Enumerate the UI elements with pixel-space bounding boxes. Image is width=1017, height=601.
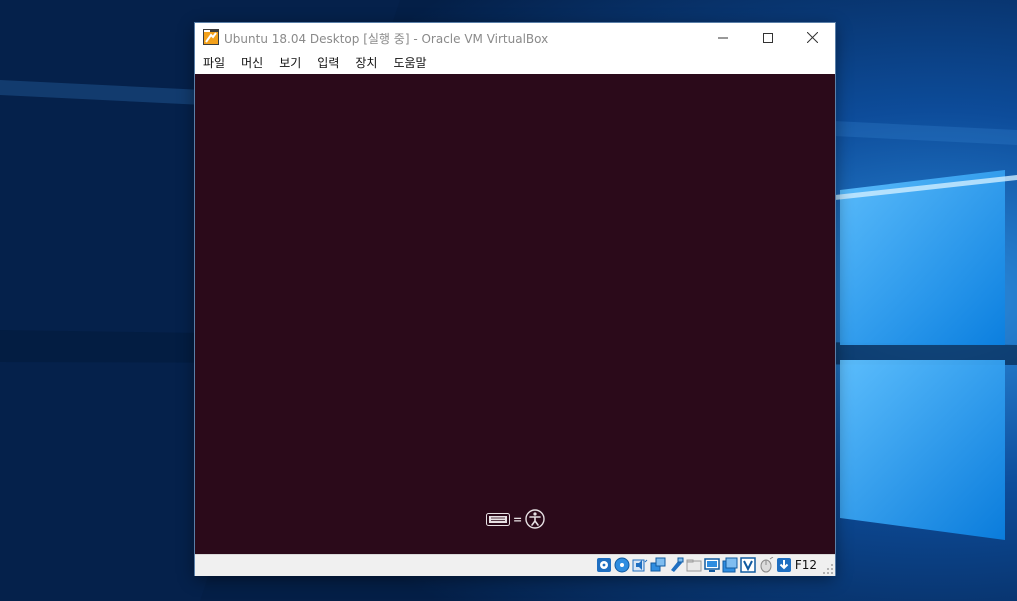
- separator-text: =: [513, 512, 523, 526]
- keyboard-capture-icon[interactable]: [776, 557, 792, 573]
- menu-devices[interactable]: 장치: [347, 52, 385, 74]
- virtualbox-window[interactable]: Ubuntu 18.04 Desktop [실행 중] - Oracle VM …: [195, 23, 835, 576]
- accessibility-icon: [525, 509, 545, 529]
- menu-machine[interactable]: 머신: [233, 52, 271, 74]
- hard-disk-icon[interactable]: [596, 557, 612, 573]
- host-key-label: F12: [794, 558, 817, 572]
- mouse-integration-icon[interactable]: [758, 557, 774, 573]
- maximize-icon: [762, 32, 773, 43]
- close-icon: [807, 32, 818, 43]
- close-button[interactable]: [790, 23, 835, 52]
- menu-file[interactable]: 파일: [195, 52, 233, 74]
- status-icons: F12: [594, 557, 817, 573]
- menu-view[interactable]: 보기: [271, 52, 309, 74]
- minimize-button[interactable]: [700, 23, 745, 52]
- accessibility-indicator: =: [486, 509, 545, 529]
- minimize-icon: [717, 37, 728, 38]
- title-bar[interactable]: Ubuntu 18.04 Desktop [실행 중] - Oracle VM …: [195, 23, 835, 52]
- windows-desktop: Ubuntu 18.04 Desktop [실행 중] - Oracle VM …: [0, 0, 1017, 601]
- optical-drive-icon[interactable]: [614, 557, 630, 573]
- shared-folders-icon[interactable]: [686, 557, 702, 573]
- menu-help[interactable]: 도움말: [385, 52, 434, 74]
- usb-icon[interactable]: [668, 557, 684, 573]
- window-title: Ubuntu 18.04 Desktop [실행 중] - Oracle VM …: [224, 32, 549, 46]
- resize-grip-icon[interactable]: [822, 563, 834, 575]
- virtualization-icon[interactable]: [740, 557, 756, 573]
- display-icon[interactable]: [704, 557, 720, 573]
- keyboard-icon: [486, 512, 510, 526]
- maximize-button[interactable]: [745, 23, 790, 52]
- status-bar: F12: [195, 554, 835, 576]
- network-icon[interactable]: [650, 557, 666, 573]
- video-capture-icon[interactable]: [722, 557, 738, 573]
- audio-icon[interactable]: [632, 557, 648, 573]
- menu-bar: 파일 머신 보기 입력 장치 도움말: [195, 52, 835, 74]
- virtualbox-app-icon: [203, 29, 219, 45]
- menu-input[interactable]: 입력: [309, 52, 347, 74]
- vm-display[interactable]: =: [195, 74, 835, 554]
